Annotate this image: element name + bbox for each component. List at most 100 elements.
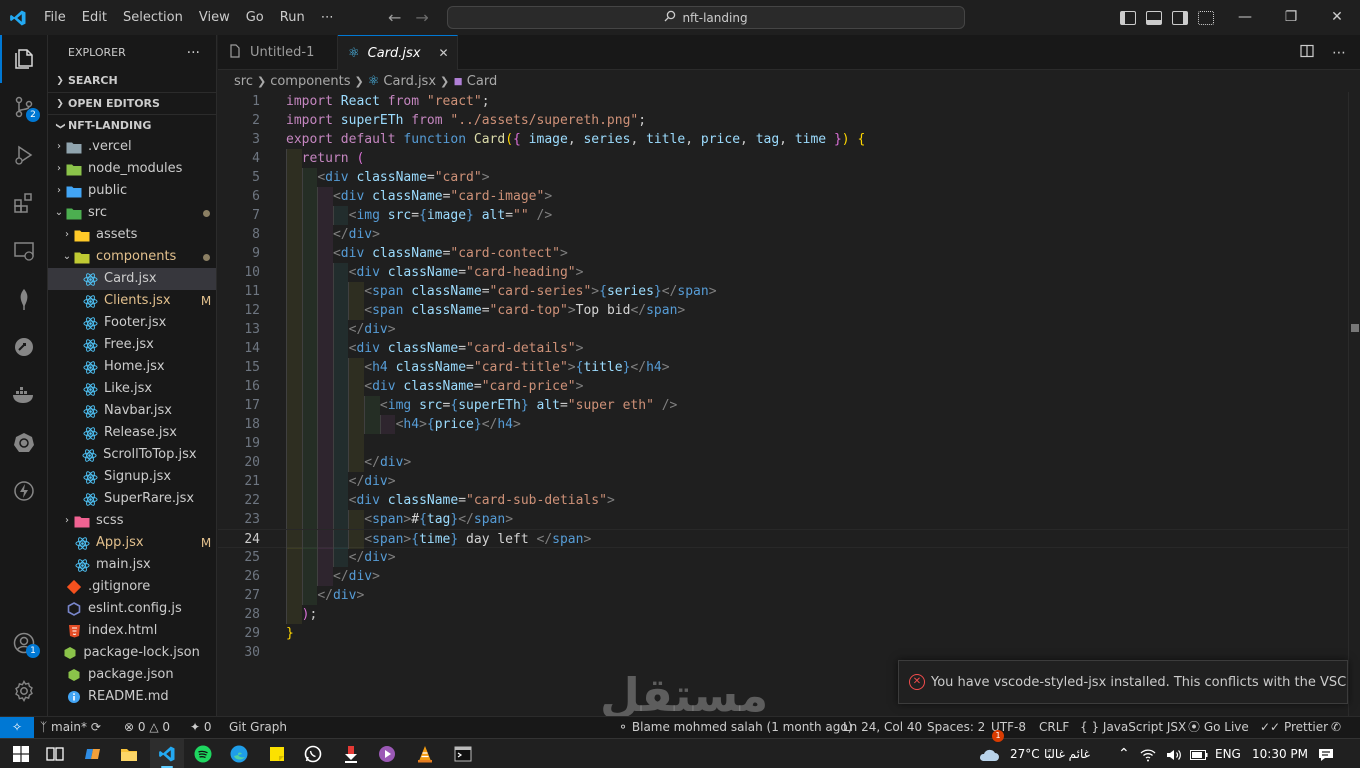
indentation[interactable]: Spaces: 2 (927, 717, 985, 738)
tree-item[interactable]: eslint.config.js (48, 598, 216, 620)
notification-toast[interactable]: ✕ You have vscode-styled-jsx installed. … (898, 660, 1348, 704)
source-control-icon[interactable]: 2 (0, 83, 48, 131)
forward-arrow-icon[interactable]: → (415, 8, 428, 27)
command-center-search[interactable]: nft-landing (447, 6, 965, 29)
tree-item[interactable]: Card.jsx (48, 268, 216, 290)
blame-indicator[interactable]: ⚬ Blame mohmed salah (1 month ago) (618, 717, 852, 738)
sticky-notes-icon[interactable] (260, 739, 294, 768)
run-debug-icon[interactable] (0, 131, 48, 179)
code-editor[interactable]: 1 import React from "react"; 2 import super… (218, 92, 1348, 716)
vscode-taskbar-icon[interactable] (150, 739, 184, 768)
menu-view[interactable]: View (191, 0, 238, 35)
tree-item[interactable]: Navbar.jsx (48, 400, 216, 422)
git-graph-button[interactable]: Git Graph (229, 717, 287, 738)
clock[interactable]: 10:30 PM (1252, 739, 1308, 768)
copilot-icon[interactable] (76, 739, 110, 768)
tree-item[interactable]: › assets (48, 224, 216, 246)
toggle-panel-icon[interactable] (1146, 10, 1162, 25)
branch-indicator[interactable]: ᛉ main* ⟳ (40, 717, 101, 738)
breadcrumb-symbol[interactable]: Card (467, 74, 497, 89)
kubernetes-icon[interactable] (0, 419, 48, 467)
task-view-icon[interactable] (38, 739, 72, 768)
tree-item[interactable]: package.json (48, 664, 216, 686)
tree-item[interactable]: Home.jsx (48, 356, 216, 378)
tray-chevron-up-icon[interactable]: ⌃ (1118, 739, 1130, 768)
tree-item[interactable]: Like.jsx (48, 378, 216, 400)
mongodb-leaf-icon[interactable] (0, 275, 48, 323)
notifications-bell-icon[interactable]: ✆ (1331, 717, 1341, 738)
go-live-button[interactable]: ⦿ Go Live (1188, 717, 1249, 738)
menu-edit[interactable]: Edit (74, 0, 115, 35)
thunder-client-icon[interactable] (0, 467, 48, 515)
tree-item[interactable]: .gitignore (48, 576, 216, 598)
split-editor-icon[interactable] (1300, 44, 1314, 62)
terminal-icon[interactable] (446, 739, 480, 768)
sync-icon[interactable]: ⟳ (91, 720, 101, 734)
tree-item[interactable]: package-lock.json (48, 642, 216, 664)
close-icon[interactable]: ✕ (439, 46, 449, 60)
weather-condition[interactable]: غائم غالبًا (1044, 739, 1090, 768)
tree-item[interactable]: › public (48, 180, 216, 202)
toggle-secondary-sidebar-icon[interactable] (1172, 10, 1188, 25)
tree-item[interactable]: ScrollToTop.jsx (48, 444, 216, 466)
tree-item[interactable]: Release.jsx (48, 422, 216, 444)
cursor-position[interactable]: Ln 24, Col 40 (843, 717, 922, 738)
tree-item[interactable]: ⌄ components (48, 246, 216, 268)
tree-item[interactable]: ⌄ src (48, 202, 216, 224)
download-manager-icon[interactable] (334, 739, 368, 768)
input-language[interactable]: ENG (1215, 739, 1241, 768)
volume-icon[interactable] (1166, 739, 1182, 768)
editor-scrollbar[interactable] (1348, 92, 1360, 716)
explorer-icon[interactable] (0, 35, 48, 83)
tree-item[interactable]: App.jsx M (48, 532, 216, 554)
section-search[interactable]: ❯ SEARCH (48, 70, 216, 92)
close-button[interactable]: ✕ (1314, 0, 1360, 35)
battery-icon[interactable] (1190, 739, 1208, 768)
prettier-button[interactable]: ✓✓ Prettier (1260, 717, 1328, 738)
menu-more[interactable]: ⋯ (313, 0, 342, 35)
tree-item[interactable]: Clients.jsx M (48, 290, 216, 312)
tab-untitled-1[interactable]: Untitled-1 (218, 35, 338, 70)
remote-explorer-icon[interactable] (0, 227, 48, 275)
tree-item[interactable]: Free.jsx (48, 334, 216, 356)
accounts-icon[interactable]: 1 (0, 619, 48, 667)
extensions-icon[interactable] (0, 179, 48, 227)
edge-browser-icon[interactable] (222, 739, 256, 768)
minimize-button[interactable]: — (1222, 0, 1268, 35)
toggle-primary-sidebar-icon[interactable] (1120, 10, 1136, 25)
customize-layout-icon[interactable] (1198, 10, 1214, 25)
more-actions-button[interactable]: ⋯ (1332, 45, 1346, 61)
menu-go[interactable]: Go (238, 0, 272, 35)
tree-item[interactable]: Signup.jsx (48, 466, 216, 488)
remote-indicator-icon[interactable]: ✧ (0, 717, 34, 739)
menu-selection[interactable]: Selection (115, 0, 191, 35)
line-endings[interactable]: CRLF (1039, 717, 1069, 738)
tree-item[interactable]: main.jsx (48, 554, 216, 576)
ports-indicator[interactable]: ✦ 0 (190, 717, 212, 738)
menu-run[interactable]: Run (272, 0, 313, 35)
tab-card-jsx[interactable]: ⚛ Card.jsx ✕ (338, 35, 458, 70)
file-explorer-icon[interactable] (112, 739, 146, 768)
windows-start-icon[interactable] (4, 739, 38, 768)
explorer-more-button[interactable]: ··· (187, 45, 200, 61)
problems-indicator[interactable]: ⊗ 0 △ 0 (124, 717, 170, 738)
tree-item[interactable]: index.html (48, 620, 216, 642)
weather-temperature[interactable]: 27°C (1010, 739, 1040, 768)
weather-icon[interactable]: 1 (978, 730, 1004, 768)
docker-icon[interactable] (0, 371, 48, 419)
back-arrow-icon[interactable]: ← (388, 8, 401, 27)
tree-item[interactable]: README.md (48, 686, 216, 708)
wifi-icon[interactable] (1140, 739, 1156, 768)
vlc-icon[interactable] (408, 739, 442, 768)
tree-item[interactable]: › node_modules (48, 158, 216, 180)
section-project[interactable]: ❯ NFT-LANDING (48, 114, 216, 136)
language-mode[interactable]: { } JavaScript JSX (1080, 717, 1186, 738)
restore-button[interactable]: ❐ (1268, 0, 1314, 35)
tree-item[interactable]: › scss (48, 510, 216, 532)
spotify-icon[interactable] (186, 739, 220, 768)
menu-file[interactable]: File (36, 0, 74, 35)
breadcrumb-src[interactable]: src (234, 74, 253, 89)
settings-gear-icon[interactable] (0, 667, 48, 715)
tree-item[interactable]: › .vercel (48, 136, 216, 158)
breadcrumb-components[interactable]: components (270, 74, 350, 89)
